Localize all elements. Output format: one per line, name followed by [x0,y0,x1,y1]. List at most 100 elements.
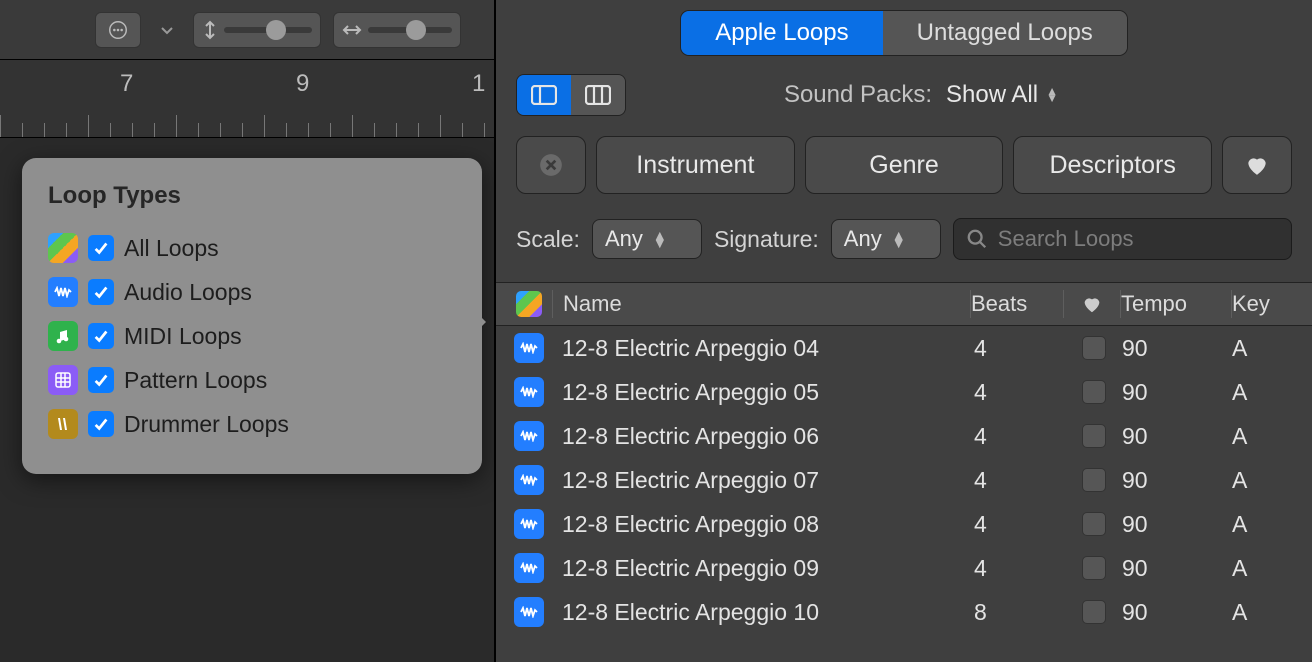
favorite-checkbox[interactable] [1082,556,1106,580]
audio-loops-icon [48,277,78,307]
view-column-button[interactable] [517,75,571,115]
audio-loop-icon [514,597,544,627]
column-beats[interactable]: Beats [971,291,1063,317]
loop-type-label: MIDI Loops [124,323,242,350]
tab-untagged-loops[interactable]: Untagged Loops [883,11,1127,55]
loop-browser: Apple Loops Untagged Loops Sound Packs: … [494,0,1312,662]
filter-genre-button[interactable]: Genre [805,136,1004,194]
favorite-checkbox[interactable] [1082,380,1106,404]
timeline-toolbar [0,0,494,60]
table-row[interactable]: 12-8 Electric Arpeggio 044 90A [496,326,1312,370]
audio-loop-icon [514,333,544,363]
midi-loops-icon [48,321,78,351]
cell-tempo: 90 [1122,335,1232,362]
ruler-ticks [0,107,494,137]
cell-key: A [1232,335,1292,362]
cell-name: 12-8 Electric Arpeggio 05 [552,379,974,406]
loop-type-checkbox[interactable] [88,235,114,261]
loop-type-label: Pattern Loops [124,367,267,394]
sound-packs-label: Sound Packs: [784,81,932,109]
ruler-marker: 7 [120,70,133,98]
view-mode-segment [516,74,626,116]
cell-beats: 8 [974,599,1066,626]
popover-title: Loop Types [48,182,456,210]
cell-key: A [1232,511,1292,538]
filter-descriptors-button[interactable]: Descriptors [1013,136,1212,194]
audio-loop-icon [514,509,544,539]
cell-name: 12-8 Electric Arpeggio 10 [552,599,974,626]
cell-name: 12-8 Electric Arpeggio 04 [552,335,974,362]
favorite-checkbox[interactable] [1082,336,1106,360]
cell-key: A [1232,599,1292,626]
table-row[interactable]: 12-8 Electric Arpeggio 06490A [496,414,1312,458]
loop-type-row[interactable]: All Loops [48,226,456,270]
loop-type-checkbox[interactable] [88,367,114,393]
favorite-checkbox[interactable] [1082,468,1106,492]
cell-name: 12-8 Electric Arpeggio 06 [552,423,974,450]
column-favorite[interactable] [1064,293,1120,315]
search-icon [966,228,988,250]
cell-key: A [1232,379,1292,406]
table-row[interactable]: 12-8 Electric Arpeggio 10890A [496,590,1312,634]
table-row[interactable]: 12-8 Electric Arpeggio 09490A [496,546,1312,590]
table-header: Name Beats Tempo Key [496,282,1312,326]
view-grid-button[interactable] [571,75,625,115]
favorite-checkbox[interactable] [1082,512,1106,536]
cell-key: A [1232,423,1292,450]
audio-loop-icon [514,377,544,407]
loop-type-label: Drummer Loops [124,411,289,438]
signature-value: Any [844,226,882,252]
cell-beats: 4 [974,335,1066,362]
column-name[interactable]: Name [553,291,970,317]
column-type-icon[interactable] [506,291,552,317]
favorite-checkbox[interactable] [1082,600,1106,624]
column-tempo[interactable]: Tempo [1121,291,1231,317]
signature-label: Signature: [714,226,819,253]
more-chevron-icon[interactable] [153,12,181,48]
horizontal-zoom-slider[interactable] [333,12,461,48]
table-row[interactable]: 12-8 Electric Arpeggio 08490A [496,502,1312,546]
clear-filters-button[interactable] [516,136,586,194]
search-input[interactable]: Search Loops [953,218,1292,260]
loop-type-checkbox[interactable] [88,323,114,349]
table-row[interactable]: 12-8 Electric Arpeggio 07490A [496,458,1312,502]
cell-beats: 4 [974,511,1066,538]
loop-type-row[interactable]: Pattern Loops [48,358,456,402]
loop-type-label: Audio Loops [124,279,252,306]
loop-type-row[interactable]: Drummer Loops [48,402,456,446]
audio-loop-icon [514,553,544,583]
favorite-checkbox[interactable] [1082,424,1106,448]
audio-loop-icon [514,421,544,451]
all-loops-icon [516,291,542,317]
cell-tempo: 90 [1122,511,1232,538]
cell-key: A [1232,467,1292,494]
column-key[interactable]: Key [1232,291,1292,317]
updown-chevron-icon: ▲▼ [653,231,667,247]
timeline-area: 7 9 1 Loop Types All Loops Audio Loops MID… [0,0,494,662]
loop-types-popover: Loop Types All Loops Audio Loops MIDI Loop… [22,158,482,474]
search-placeholder: Search Loops [998,226,1134,252]
filter-instrument-button[interactable]: Instrument [596,136,795,194]
more-button[interactable] [95,12,141,48]
cell-beats: 4 [974,555,1066,582]
loop-type-row[interactable]: MIDI Loops [48,314,456,358]
scale-select[interactable]: Any ▲▼ [592,219,702,259]
loop-type-row[interactable]: Audio Loops [48,270,456,314]
heart-icon [1081,293,1103,315]
updown-chevron-icon: ▲▼ [892,231,906,247]
cell-beats: 4 [974,379,1066,406]
loop-type-checkbox[interactable] [88,411,114,437]
tab-apple-loops[interactable]: Apple Loops [681,11,882,55]
cell-tempo: 90 [1122,423,1232,450]
sound-packs-value: Show All [946,81,1038,109]
timeline-ruler[interactable]: 7 9 1 [0,60,494,138]
sound-packs-select[interactable]: Show All ▲▼ [946,81,1058,109]
cell-tempo: 90 [1122,467,1232,494]
loop-type-checkbox[interactable] [88,279,114,305]
table-row[interactable]: 12-8 Electric Arpeggio 05490A [496,370,1312,414]
scale-label: Scale: [516,226,580,253]
signature-select[interactable]: Any ▲▼ [831,219,941,259]
filter-favorites-button[interactable] [1222,136,1292,194]
vertical-zoom-slider[interactable] [193,12,321,48]
ruler-marker: 1 [472,70,485,98]
